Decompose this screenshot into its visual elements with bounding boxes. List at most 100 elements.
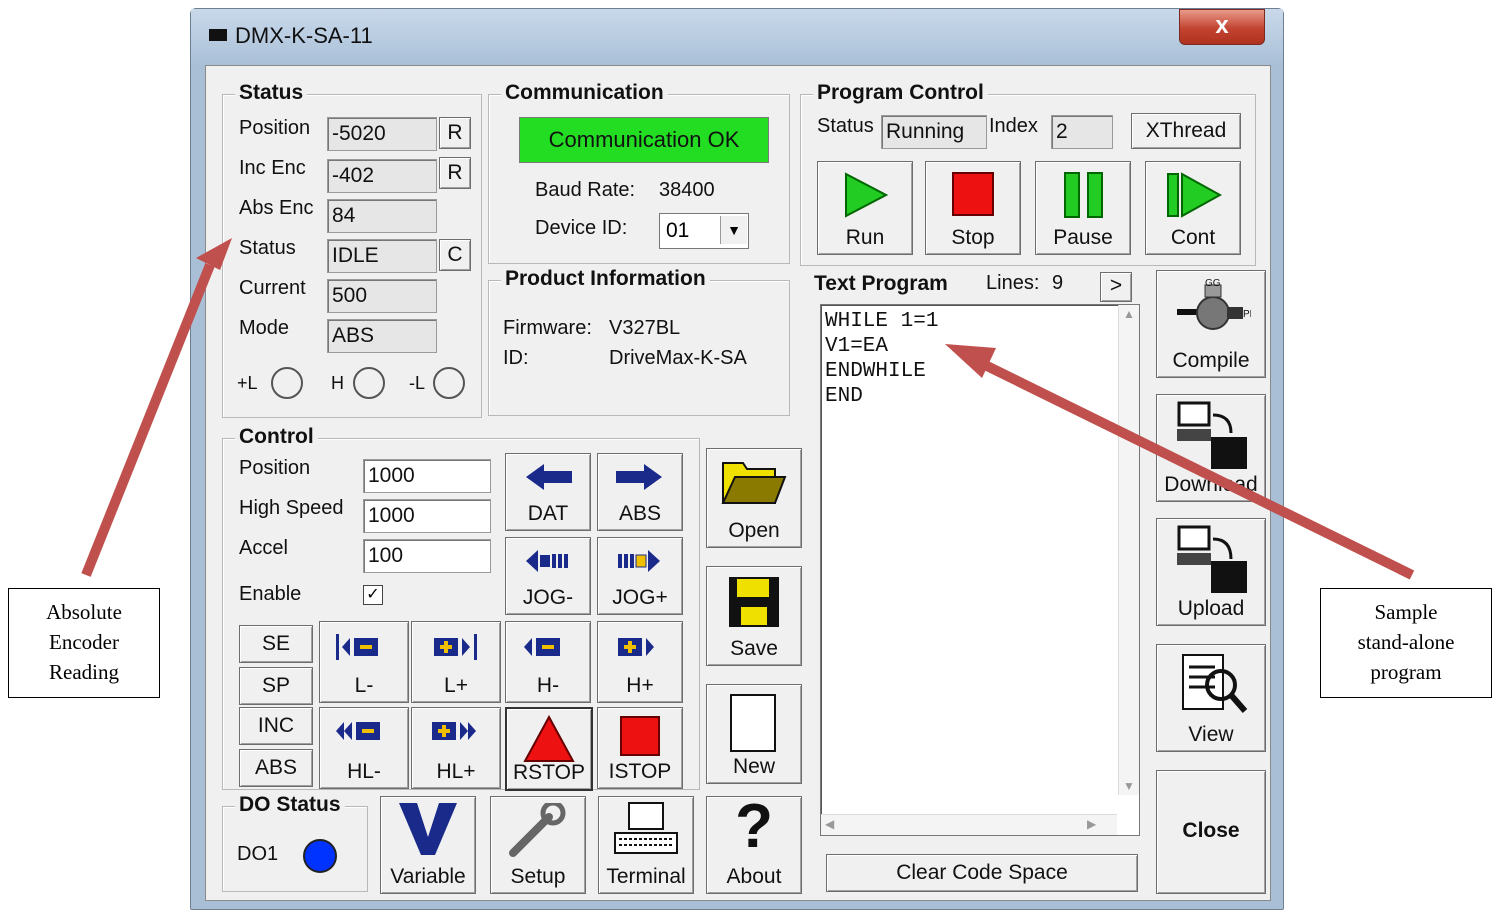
dat-button[interactable]: DAT (505, 453, 591, 531)
inc-enc-reset-button[interactable]: R (439, 157, 471, 189)
limit-minus-icon (336, 634, 378, 660)
status-label: Status (239, 237, 296, 259)
do1-label: DO1 (237, 843, 279, 865)
lines-label: Lines: (986, 272, 1040, 294)
pause-icon (1064, 172, 1103, 218)
vertical-scrollbar[interactable]: ▲ ▼ (1118, 305, 1139, 795)
accel-input[interactable]: 100 (363, 539, 491, 573)
status-clear-button[interactable]: C (439, 239, 471, 271)
window-title: DMX-K-SA-11 (235, 23, 373, 48)
limit-minus-button[interactable]: L- (319, 621, 409, 703)
device-id-select[interactable]: 01 ▼ (659, 213, 749, 249)
wrench-icon (509, 803, 566, 857)
upload-button[interactable]: Upload (1156, 518, 1266, 626)
lines-value: 9 (1052, 272, 1064, 294)
jog-plus-label: JOG+ (612, 586, 668, 609)
continue-button[interactable]: Cont (1145, 161, 1241, 255)
limit-plus-indicator (271, 367, 303, 399)
home-limit-minus-button[interactable]: HL- (319, 707, 409, 789)
rstop-button[interactable]: RSTOP (505, 707, 593, 791)
move-position-input[interactable]: 1000 (363, 459, 491, 493)
position-reset-button[interactable]: R (439, 117, 471, 149)
save-button[interactable]: Save (706, 566, 802, 666)
arrow-left-icon (526, 464, 572, 490)
jog-plus-button[interactable]: JOG+ (597, 537, 683, 615)
setup-button[interactable]: Setup (490, 796, 586, 894)
download-button[interactable]: Download (1156, 394, 1266, 502)
h-plus-label: H+ (626, 674, 654, 697)
app-window: DMX-K-SA-11 x Status Position -5020 R In… (190, 8, 1284, 910)
position-readout: -5020 (327, 117, 437, 151)
se-button[interactable]: SE (239, 625, 313, 663)
high-speed-input[interactable]: 1000 (363, 499, 491, 533)
terminal-button[interactable]: Terminal (598, 796, 694, 894)
program-status-label: Status (817, 115, 874, 137)
mode-label: Mode (239, 317, 290, 339)
window-close-button[interactable]: x (1179, 9, 1265, 45)
upload-label: Upload (1177, 597, 1245, 620)
stop-button[interactable]: Stop (925, 161, 1021, 255)
istop-label: ISTOP (608, 760, 672, 783)
firmware-value: V327BL (609, 317, 681, 339)
text-program-label: Text Program (814, 272, 948, 295)
close-button[interactable]: Close (1156, 770, 1266, 894)
limit-plus-button[interactable]: L+ (411, 621, 501, 703)
chevron-down-icon[interactable]: ▼ (720, 216, 747, 244)
play-icon (845, 172, 888, 218)
pause-button[interactable]: Pause (1035, 161, 1131, 255)
view-button[interactable]: View (1156, 644, 1266, 752)
home-plus-icon (618, 638, 654, 656)
home-limit-plus-button[interactable]: HL+ (411, 707, 501, 789)
compile-button[interactable]: GG PP Compile (1156, 270, 1266, 378)
high-speed-label: High Speed (239, 497, 344, 519)
baud-rate-label: Baud Rate: (535, 179, 636, 201)
new-document-icon (730, 694, 776, 752)
app-icon (209, 29, 227, 41)
svg-text:PP: PP (1243, 309, 1251, 320)
program-editor[interactable]: WHILE 1=1 V1=EA ENDWHILE END ▲ ▼ ◀ ▶ (820, 304, 1140, 836)
limit-minus-label: -L (409, 373, 426, 393)
inc-button[interactable]: INC (239, 707, 313, 745)
home-plus-button[interactable]: H+ (597, 621, 683, 703)
floppy-disk-icon (729, 577, 779, 627)
jog-left-icon (526, 550, 568, 572)
inc-enc-readout: -402 (327, 159, 437, 193)
next-page-button[interactable]: > (1100, 272, 1132, 302)
scroll-down-icon[interactable]: ▼ (1123, 779, 1135, 793)
compile-label: Compile (1172, 349, 1250, 372)
sp-button[interactable]: SP (239, 667, 313, 705)
new-button[interactable]: New (706, 684, 802, 784)
scroll-left-icon[interactable]: ◀ (825, 817, 834, 831)
enable-checkbox[interactable]: ✓ (363, 585, 383, 605)
variable-label: Variable (390, 865, 466, 888)
clear-code-space-button[interactable]: Clear Code Space (826, 854, 1138, 892)
save-label: Save (730, 637, 778, 660)
jog-minus-button[interactable]: JOG- (505, 537, 591, 615)
position-label: Position (239, 117, 311, 139)
current-label: Current (239, 277, 306, 299)
istop-button[interactable]: ISTOP (597, 707, 683, 789)
home-minus-icon (524, 638, 560, 656)
title-bar: DMX-K-SA-11 x (191, 9, 1283, 65)
abs-mode-button[interactable]: ABS (239, 749, 313, 787)
communication-status: Communication OK (519, 117, 769, 163)
xthread-button[interactable]: XThread (1131, 113, 1241, 149)
abs-move-button[interactable]: ABS (597, 453, 683, 531)
home-minus-button[interactable]: H- (505, 621, 591, 703)
program-code[interactable]: WHILE 1=1 V1=EA ENDWHILE END (825, 309, 938, 409)
scroll-right-icon[interactable]: ▶ (1087, 817, 1096, 831)
about-button[interactable]: ? About (706, 792, 802, 894)
view-magnifier-icon (1182, 654, 1248, 713)
horizontal-scrollbar[interactable]: ◀ ▶ (821, 814, 1117, 835)
device-id-value: 01 (666, 219, 690, 242)
run-button[interactable]: Run (817, 161, 913, 255)
scroll-up-icon[interactable]: ▲ (1123, 307, 1135, 321)
home-limit-plus-icon (432, 722, 476, 740)
open-button[interactable]: Open (706, 448, 802, 548)
variable-button[interactable]: Variable (380, 796, 476, 894)
move-position-label: Position (239, 457, 311, 479)
terminal-label: Terminal (606, 865, 686, 888)
absolute-encoder-note: Absolute Encoder Reading (8, 588, 160, 698)
arrow-right-icon (616, 464, 662, 490)
do-status-group: DO Status DO1 (222, 793, 368, 892)
